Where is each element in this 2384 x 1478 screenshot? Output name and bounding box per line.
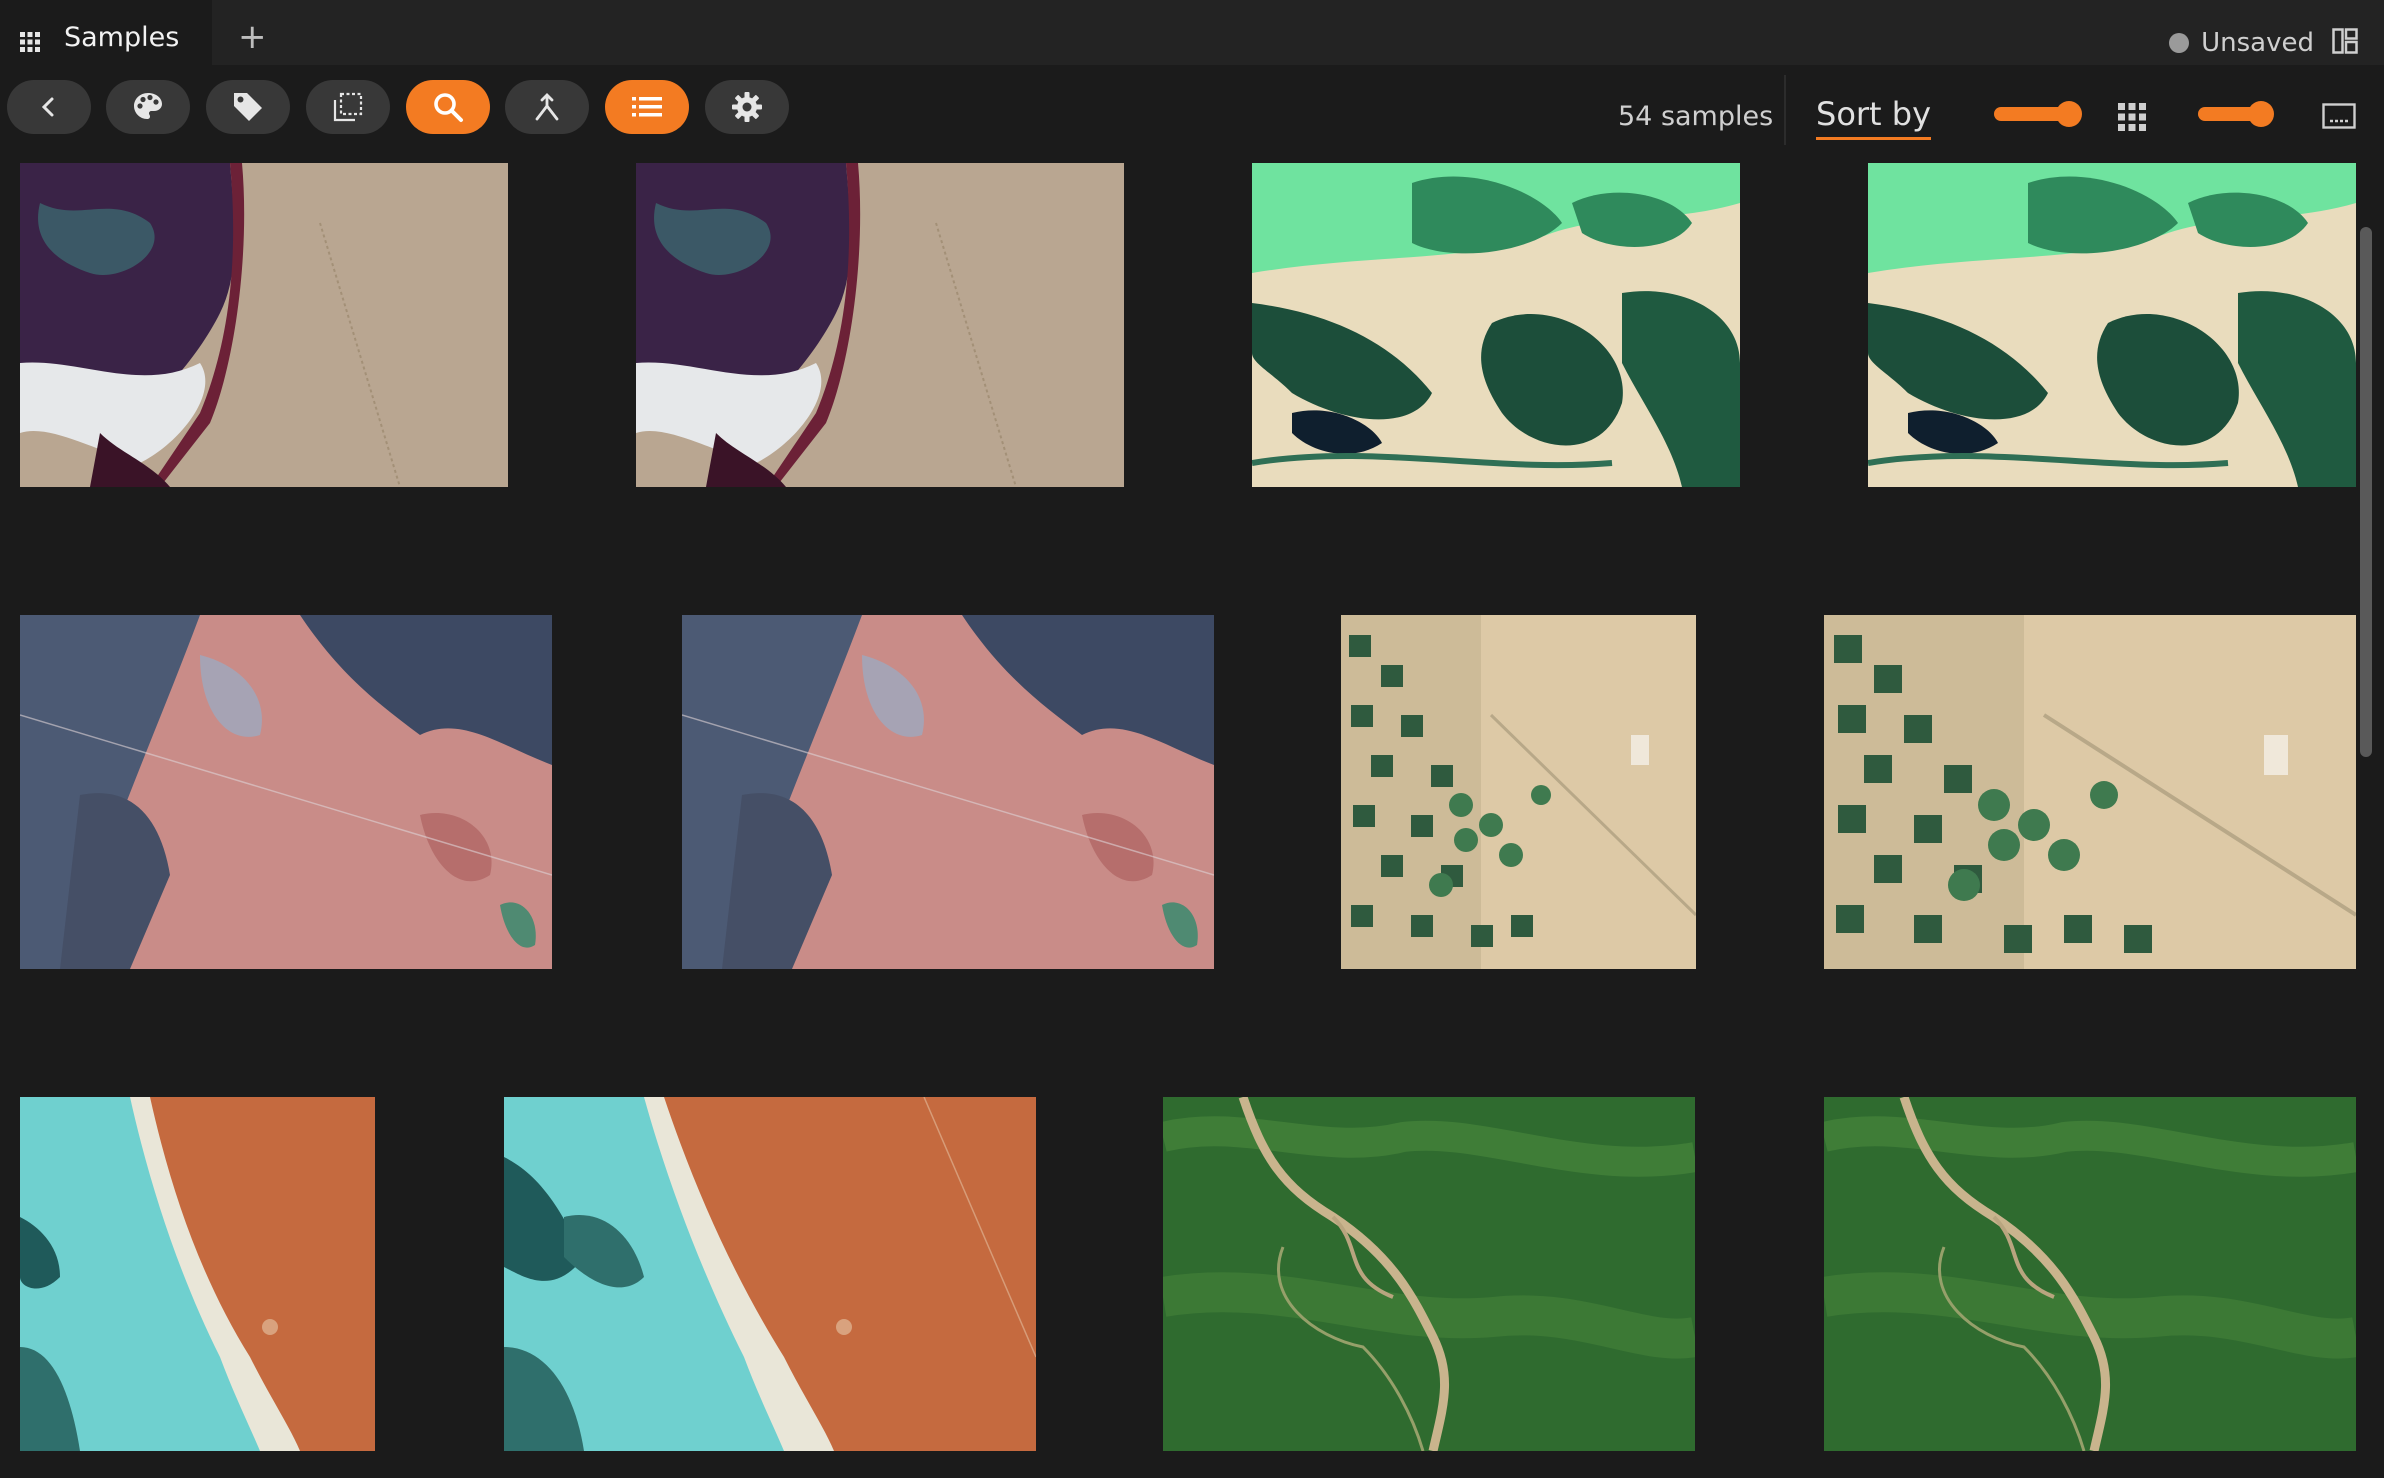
- sample-thumbnail[interactable]: [20, 615, 552, 969]
- sample-thumbnail[interactable]: [1252, 163, 1740, 487]
- app-grid-icon[interactable]: [20, 32, 40, 52]
- grid-view-icon[interactable]: [2118, 103, 2146, 131]
- sample-thumbnail[interactable]: [1868, 163, 2356, 487]
- toolbar: 54 samples Sort by: [0, 65, 2384, 157]
- settings-button[interactable]: [705, 80, 789, 134]
- gear-icon: [732, 92, 762, 122]
- toolbar-divider: [1784, 75, 1786, 145]
- palette-icon: [134, 93, 162, 119]
- back-button[interactable]: [7, 80, 91, 134]
- sample-count: 54 samples: [1618, 101, 1774, 132]
- layout-icon[interactable]: [2332, 28, 2358, 54]
- zoom-slider-handle[interactable]: [2248, 101, 2274, 127]
- sample-grid: [0, 157, 2372, 1478]
- search-icon: [434, 93, 463, 122]
- merge-icon: [535, 93, 559, 121]
- tab-label: Samples: [64, 22, 180, 53]
- selection-icon: [333, 92, 363, 122]
- sample-thumbnail[interactable]: [504, 1097, 1036, 1451]
- list-icon: [632, 97, 662, 117]
- tag-icon: [234, 93, 262, 121]
- sample-thumbnail[interactable]: [682, 615, 1214, 969]
- select-region-button[interactable]: [306, 80, 390, 134]
- status-dot-icon: [2169, 33, 2190, 53]
- status-text: Unsaved: [2201, 28, 2314, 58]
- slider-handle[interactable]: [2056, 101, 2082, 127]
- sample-thumbnail[interactable]: [1824, 1097, 2356, 1451]
- gallery-scrollbar[interactable]: [2360, 227, 2372, 757]
- tag-button[interactable]: [206, 80, 290, 134]
- add-tab-button[interactable]: +: [238, 20, 267, 54]
- save-status: Unsaved: [2169, 28, 2314, 58]
- merge-button[interactable]: [505, 80, 589, 134]
- sample-thumbnail[interactable]: [1163, 1097, 1695, 1451]
- list-button[interactable]: [605, 80, 689, 134]
- sample-thumbnail[interactable]: [20, 163, 508, 487]
- search-button[interactable]: [406, 80, 490, 134]
- sample-thumbnail[interactable]: [636, 163, 1124, 487]
- chevron-left-icon: [41, 97, 54, 117]
- tab-bar: Samples + Unsaved: [0, 0, 2384, 65]
- tab-samples[interactable]: Samples: [0, 0, 212, 65]
- color-scheme-button[interactable]: [106, 80, 190, 134]
- zoom-slider[interactable]: [2198, 101, 2276, 127]
- sample-thumbnail[interactable]: [1341, 615, 1696, 969]
- fit-image-icon[interactable]: [2322, 103, 2356, 129]
- sample-thumbnail[interactable]: [20, 1097, 375, 1451]
- sample-thumbnail[interactable]: [1824, 615, 2356, 969]
- sort-by-button[interactable]: Sort by: [1816, 95, 1932, 140]
- thumbnail-size-slider[interactable]: [1994, 101, 2086, 127]
